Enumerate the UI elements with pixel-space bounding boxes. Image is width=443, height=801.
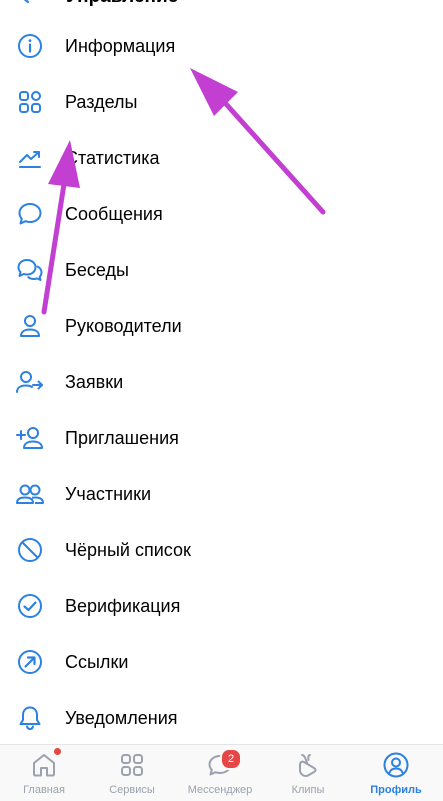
tab-label: Сервисы: [109, 784, 155, 796]
menu-item-label: Заявки: [65, 371, 124, 392]
menu-item-links[interactable]: Ссылки: [0, 634, 443, 690]
tab-label: Профиль: [370, 784, 422, 796]
menu-item-sections[interactable]: Разделы: [0, 74, 443, 130]
statistics-chart-icon: [15, 144, 45, 172]
menu-item-label: Информация: [65, 35, 176, 56]
sections-grid-icon: [15, 88, 45, 116]
info-icon: [15, 32, 45, 60]
menu-item-blacklist[interactable]: Чёрный список: [0, 522, 443, 578]
menu-item-verification[interactable]: Верификация: [0, 578, 443, 634]
menu-item-label: Беседы: [65, 259, 129, 280]
menu-item-label: Статистика: [65, 147, 160, 168]
tab-messenger[interactable]: 2 Мессенджер: [176, 745, 264, 801]
menu-item-label: Уведомления: [65, 707, 178, 728]
tab-clips[interactable]: Клипы: [264, 745, 352, 801]
user-icon: [15, 312, 45, 340]
back-arrow-icon[interactable]: [18, 0, 32, 9]
tab-label: Мессенджер: [187, 784, 253, 796]
menu-item-managers[interactable]: Руководители: [0, 298, 443, 354]
menu-item-label: Разделы: [65, 91, 138, 112]
link-arrow-icon: [15, 648, 45, 676]
users-icon: [15, 480, 45, 508]
unread-badge: 2: [220, 748, 242, 770]
bottom-tab-bar: Главная Сервисы 2 Мессенджер Клипы Профи…: [0, 744, 443, 801]
bell-icon: [15, 704, 45, 732]
home-icon: [30, 751, 58, 779]
services-grid-icon: [118, 751, 146, 779]
page-header: Управление: [0, 0, 443, 10]
menu-item-label: Приглашения: [65, 427, 179, 448]
menu-item-statistics[interactable]: Статистика: [0, 130, 443, 186]
page-title: Управление: [66, 0, 178, 8]
menu-item-information[interactable]: Информация: [0, 18, 443, 74]
menu-item-label: Ссылки: [65, 651, 129, 672]
menu-item-requests[interactable]: Заявки: [0, 354, 443, 410]
menu-item-label: Верификация: [65, 595, 181, 616]
check-circle-icon: [15, 592, 45, 620]
user-request-icon: [15, 368, 45, 396]
notification-dot: [54, 748, 61, 755]
block-icon: [15, 536, 45, 564]
profile-icon: [382, 751, 410, 779]
menu-item-chats[interactable]: Беседы: [0, 242, 443, 298]
tab-home[interactable]: Главная: [0, 745, 88, 801]
menu-item-notifications[interactable]: Уведомления: [0, 690, 443, 746]
menu-item-invitations[interactable]: Приглашения: [0, 410, 443, 466]
tab-label: Главная: [23, 784, 65, 796]
message-bubble-icon: [15, 200, 45, 228]
tab-services[interactable]: Сервисы: [88, 745, 176, 801]
chats-icon: [15, 256, 45, 284]
menu-item-members[interactable]: Участники: [0, 466, 443, 522]
menu-item-label: Сообщения: [65, 203, 163, 224]
user-add-icon: [15, 424, 45, 452]
menu-item-label: Чёрный список: [65, 539, 191, 560]
menu-item-messages[interactable]: Сообщения: [0, 186, 443, 242]
tab-profile[interactable]: Профиль: [352, 745, 440, 801]
menu-item-label: Участники: [65, 483, 151, 504]
tab-label: Клипы: [291, 784, 325, 796]
menu-item-label: Руководители: [65, 315, 182, 336]
clips-icon: [294, 751, 322, 779]
